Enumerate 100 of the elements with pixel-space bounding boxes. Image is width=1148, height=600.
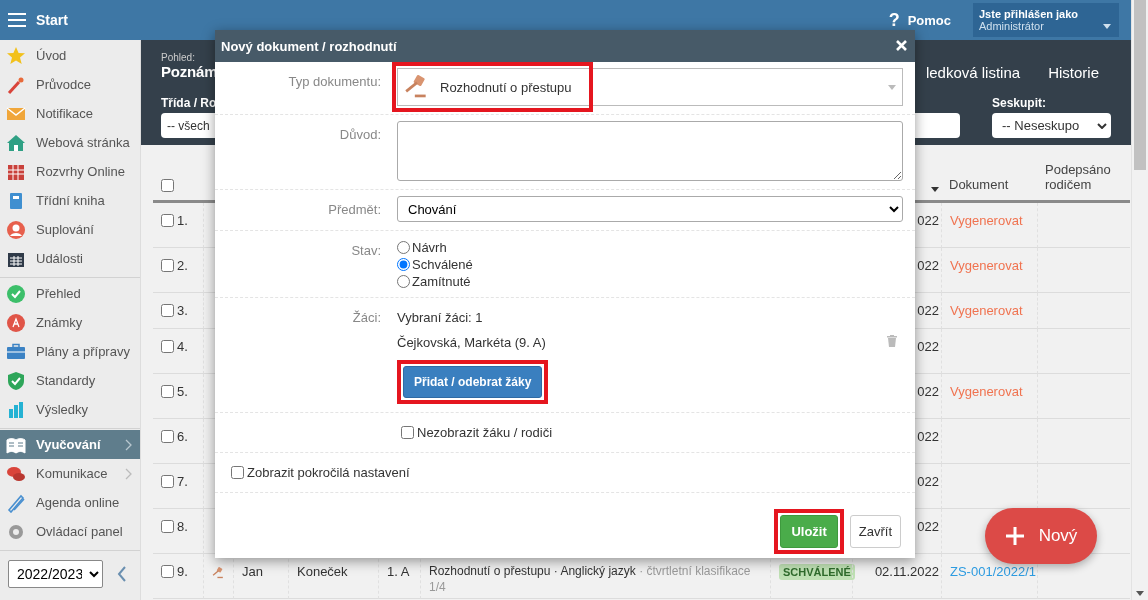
- option-checkbox[interactable]: [231, 466, 244, 479]
- page-count: 1/4: [429, 580, 447, 594]
- row-checkbox[interactable]: [161, 475, 174, 488]
- sidebar-item[interactable]: Vyučování: [0, 430, 140, 459]
- status-radio[interactable]: [397, 275, 410, 288]
- column-header: Podepsáno rodičem: [1045, 162, 1112, 192]
- new-button[interactable]: Nový: [985, 508, 1097, 564]
- row-checkbox[interactable]: [161, 340, 174, 353]
- date: 022: [917, 429, 939, 444]
- tab[interactable]: Historie: [1048, 64, 1099, 86]
- row-checkbox[interactable]: [161, 520, 174, 533]
- field-label: Předmět:: [327, 201, 381, 217]
- date: 02.11.2022: [874, 564, 939, 579]
- row-number: 8.: [177, 519, 188, 534]
- date: 022: [917, 384, 939, 399]
- checkbox-label: Nezobrazit žáku / rodiči: [417, 425, 553, 440]
- row-number: 9.: [177, 564, 188, 579]
- shield-check-icon: [6, 370, 26, 391]
- row-checkbox[interactable]: [161, 259, 174, 272]
- chevron-right-icon: [125, 467, 132, 480]
- person-icon: [6, 219, 26, 240]
- sidebar-item[interactable]: Webová stránka: [0, 128, 140, 157]
- add-remove-students-button[interactable]: Přidat / odebrat žáky: [403, 366, 543, 398]
- view-label: Pohled:: [161, 52, 196, 63]
- chevron-right-icon: [125, 438, 132, 451]
- first-name: Jan: [242, 564, 263, 579]
- date: 022: [917, 303, 939, 318]
- reason-textarea[interactable]: [397, 121, 903, 181]
- plus-icon: [1004, 526, 1025, 546]
- radio-label: Návrh: [412, 240, 447, 255]
- sidebar-item[interactable]: Plány a přípravy: [0, 337, 140, 366]
- menu-icon: [8, 13, 26, 27]
- field-label: Žáci:: [351, 309, 381, 325]
- sidebar-item[interactable]: Úvod: [0, 41, 140, 70]
- row-number: 5.: [177, 384, 188, 399]
- date: 022: [917, 519, 939, 534]
- sidebar-item[interactable]: Standardy: [0, 366, 140, 395]
- field-label: Důvod:: [338, 126, 381, 142]
- user-menu[interactable]: Jste přihlášen jako Administrátor: [973, 3, 1119, 37]
- row-checkbox[interactable]: [161, 385, 174, 398]
- radio-label: Zamítnuté: [412, 274, 471, 289]
- row-checkbox[interactable]: [161, 430, 174, 443]
- row-checkbox[interactable]: [161, 304, 174, 317]
- sidebar-item[interactable]: Ovládací panel: [0, 517, 140, 546]
- sidebar-item[interactable]: Přehled: [0, 279, 140, 308]
- sidebar-item[interactable]: Události: [0, 244, 140, 273]
- status-radio[interactable]: [397, 241, 410, 254]
- field-label: Stav:: [350, 242, 381, 258]
- bar-chart-icon: [6, 399, 26, 420]
- row-checkbox[interactable]: [161, 214, 174, 227]
- radio-label: Schválené: [412, 257, 473, 272]
- chevron-left-icon[interactable]: [117, 566, 127, 582]
- group-select[interactable]: -- Neseskupo: [992, 113, 1111, 138]
- row-number: 7.: [177, 474, 188, 489]
- sidebar-item[interactable]: Třídní kniha: [0, 186, 140, 215]
- document-description: Rozhodnutí o přestupu · Anglický jazyk · čtvrtletní klasifikace: [429, 564, 751, 578]
- year-select[interactable]: 2022/2023: [8, 560, 103, 588]
- row-number: 3.: [177, 303, 188, 318]
- check-circle-icon: [6, 283, 26, 304]
- grade-circle-icon: [6, 312, 26, 333]
- option-checkbox[interactable]: [401, 426, 414, 439]
- sidebar-item[interactable]: Rozvrhy Online: [0, 157, 140, 186]
- sidebar-item[interactable]: Agenda online: [0, 488, 140, 517]
- sidebar-item[interactable]: Průvodce: [0, 70, 140, 99]
- status-radio[interactable]: [397, 258, 410, 271]
- sidebar-item[interactable]: Známky: [0, 308, 140, 337]
- tab[interactable]: ledková listina: [925, 64, 1021, 86]
- sidebar-item[interactable]: Notifikace: [0, 99, 140, 128]
- sort-caret-icon[interactable]: [931, 187, 939, 192]
- briefcase-icon: [6, 341, 26, 362]
- date: 022: [917, 213, 939, 228]
- document-type-select[interactable]: Rozhodnutí o přestupu: [397, 68, 903, 106]
- select-all-checkbox[interactable]: [161, 179, 174, 192]
- column-header: Dokument: [949, 177, 1009, 192]
- sidebar-item[interactable]: Suplování: [0, 215, 140, 244]
- close-button[interactable]: Zavřít: [849, 515, 901, 548]
- row-checkbox[interactable]: [161, 565, 174, 578]
- filter-label: Třída / Ro: [161, 96, 218, 110]
- student-name: Čejkovská, Markéta (9. A): [397, 335, 546, 350]
- help-link[interactable]: Pomoc: [907, 12, 951, 28]
- dialog-title: Nový dokument / rozhodnutí: [221, 38, 397, 54]
- pencil-icon: [6, 492, 26, 513]
- selected-count: Vybraní žáci: 1: [397, 310, 484, 325]
- subject-select[interactable]: Chování: [397, 196, 903, 222]
- row-number: 2.: [177, 258, 188, 273]
- status-badge: SCHVÁLENÉ: [779, 564, 855, 580]
- caret-down-icon: [1103, 24, 1111, 29]
- scrollbar-thumb[interactable]: [1134, 0, 1146, 170]
- date: 022: [917, 339, 939, 354]
- menu-button[interactable]: Start: [8, 12, 68, 28]
- date: 022: [917, 474, 939, 489]
- row-number: 4.: [177, 339, 188, 354]
- dropdown-caret-icon: [888, 84, 896, 90]
- scroll-down-icon[interactable]: [1136, 591, 1144, 596]
- sidebar-item[interactable]: Komunikace: [0, 459, 140, 488]
- scrollbar[interactable]: [1131, 0, 1148, 600]
- checkbox-label: Zobrazit pokročilá nastavení: [247, 465, 410, 480]
- help-icon[interactable]: ?: [888, 9, 900, 31]
- sidebar-item[interactable]: Výsledky: [0, 395, 140, 424]
- house-icon: [6, 132, 26, 153]
